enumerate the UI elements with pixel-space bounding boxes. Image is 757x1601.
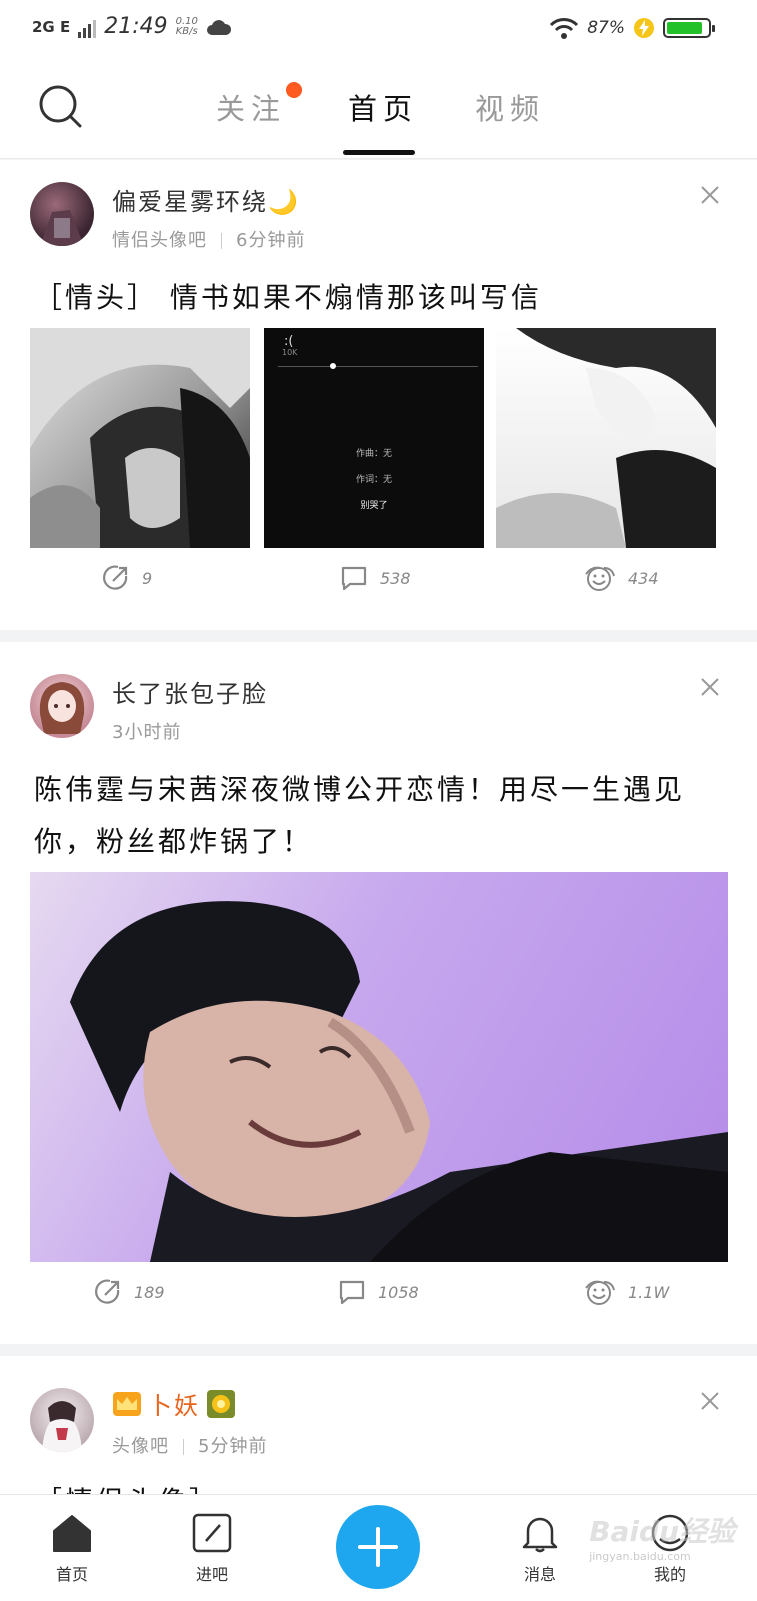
share-icon — [103, 565, 128, 590]
lyric-line: 别哭了 — [360, 501, 388, 511]
post-title[interactable]: ［情头］ 情书如果不煽情那该叫写信 — [34, 272, 717, 324]
comment-icon — [339, 1280, 365, 1305]
signal-icon — [78, 16, 97, 38]
top-nav: 关注 首页 视频 — [0, 58, 757, 159]
home-icon — [53, 1515, 91, 1552]
username-row: 卜妖 — [112, 1386, 236, 1421]
post-video-thumbnail[interactable] — [30, 872, 728, 1262]
close-icon[interactable] — [699, 184, 721, 206]
status-bar: 2G E 21:49 0.10 KB/s 87% — [0, 0, 757, 58]
tab-home[interactable]: 首页 — [348, 86, 418, 128]
notification-dot — [286, 82, 302, 98]
tab-video[interactable]: 视频 — [475, 86, 545, 128]
nav-enter-forum[interactable]: 进吧 — [172, 1513, 252, 1585]
enter-forum-icon — [192, 1513, 232, 1553]
nav-enter-forum-label: 进吧 — [195, 1565, 228, 1584]
like-button[interactable]: 434 — [584, 564, 659, 592]
share-button[interactable]: 189 — [94, 1278, 165, 1306]
cloud-icon — [206, 19, 231, 35]
username[interactable]: 偏爱星雾环绕🌙 — [112, 182, 300, 217]
battery-percent: 87% — [587, 18, 625, 38]
comment-count: 538 — [380, 568, 411, 588]
post-title[interactable]: ［情侣头像］ — [34, 1476, 717, 1496]
post-time: 5分钟前 — [198, 1436, 268, 1457]
like-count: 1.1W — [628, 1282, 670, 1302]
crown-badge-icon — [113, 1391, 141, 1416]
like-face-icon — [585, 566, 615, 591]
feed-post[interactable]: 偏爱星雾环绕🌙 情侣头像吧 6分钟前 ［情头］ 情书如果不煽情那该叫写信 :( 1… — [0, 160, 757, 630]
avatar[interactable] — [30, 674, 94, 738]
nav-home-label: 首页 — [55, 1565, 88, 1584]
action-bar: 9 538 434 — [0, 564, 757, 604]
action-bar: 189 1058 1.1W — [0, 1278, 757, 1318]
avatar[interactable] — [30, 182, 94, 246]
post-time: 6分钟前 — [236, 230, 306, 251]
post-meta: 情侣头像吧 6分钟前 — [112, 226, 305, 252]
post-time: 3小时前 — [112, 722, 182, 743]
bell-icon — [522, 1517, 558, 1553]
forum-name[interactable]: 头像吧 — [112, 1436, 169, 1457]
close-icon[interactable] — [699, 676, 721, 698]
composer-line: 作曲：无 — [355, 449, 392, 459]
like-button[interactable]: 1.1W — [584, 1278, 669, 1306]
post-image[interactable] — [496, 328, 716, 548]
post-meta: 头像吧 5分钟前 — [112, 1432, 267, 1458]
wifi-icon — [550, 18, 579, 39]
nav-home[interactable]: 首页 — [32, 1513, 112, 1585]
level-badge-icon — [207, 1389, 235, 1418]
avatar[interactable] — [30, 1388, 94, 1452]
close-icon[interactable] — [699, 1390, 721, 1412]
nav-messages-label: 消息 — [523, 1565, 556, 1584]
comment-icon — [341, 566, 367, 591]
network-type: 2G E — [32, 17, 71, 36]
lyricist-line: 作词：无 — [355, 475, 392, 485]
share-count: 9 — [142, 568, 153, 588]
username[interactable]: 卜妖 — [148, 1386, 200, 1421]
post-image[interactable]: :( 10K 作曲：无 作词：无 别哭了 — [264, 328, 484, 548]
feed-post[interactable]: 卜妖 头像吧 5分钟前 ［情侣头像］ — [0, 1356, 757, 1496]
comment-button[interactable]: 1058 — [338, 1278, 419, 1306]
nav-mine-label: 我的 — [653, 1565, 686, 1584]
like-count: 434 — [628, 568, 659, 588]
progress-track — [278, 366, 478, 367]
nav-messages[interactable]: 消息 — [500, 1513, 580, 1585]
like-face-icon — [585, 1280, 615, 1305]
battery-level — [667, 22, 702, 34]
network-speed: 0.10 KB/s — [175, 15, 198, 37]
progress-thumb — [330, 363, 336, 369]
create-post-button[interactable] — [336, 1505, 420, 1589]
post-title[interactable]: 陈伟霆与宋茜深夜微博公开恋情！用尽一生遇见你，粉丝都炸锅了！ — [34, 764, 717, 868]
active-tab-indicator — [343, 150, 415, 155]
charging-icon — [634, 18, 654, 38]
music-face: :( — [284, 334, 294, 349]
tab-follow[interactable]: 关注 — [216, 86, 286, 128]
clock: 21:49 — [104, 14, 168, 39]
watermark: Baidu经验 jingyan.baidu.com — [589, 1515, 735, 1563]
share-count: 189 — [134, 1282, 165, 1302]
post-image[interactable] — [30, 328, 250, 548]
username[interactable]: 长了张包子脸 — [112, 674, 268, 709]
share-button[interactable]: 9 — [102, 564, 152, 592]
forum-name[interactable]: 情侣头像吧 — [112, 230, 207, 251]
post-meta: 3小时前 — [112, 718, 181, 744]
share-icon — [95, 1279, 120, 1304]
feed-post[interactable]: 长了张包子脸 3小时前 陈伟霆与宋茜深夜微博公开恋情！用尽一生遇见你，粉丝都炸锅… — [0, 642, 757, 1344]
battery-icon — [663, 18, 715, 38]
music-count: 10K — [282, 348, 298, 357]
comment-count: 1058 — [378, 1282, 419, 1302]
comment-button[interactable]: 538 — [340, 564, 411, 592]
